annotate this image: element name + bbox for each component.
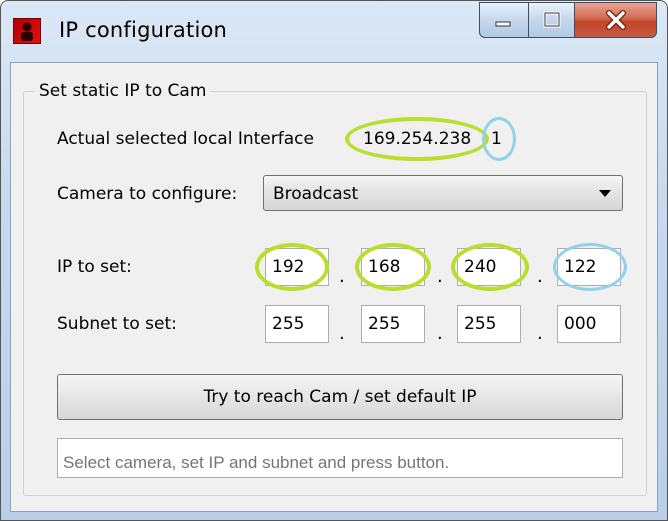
subnet-separator: . (537, 323, 543, 344)
window-title: IP configuration (59, 18, 228, 42)
subnet-octet-2[interactable]: 255 (361, 305, 425, 343)
ip-octet-2[interactable]: 168 (361, 248, 425, 286)
local-interface-last-octet: 1 (491, 129, 502, 149)
local-interface-value: 169.254.238 (363, 129, 472, 149)
groupbox-title: Set static IP to Cam (35, 81, 211, 101)
reach-cam-button[interactable]: Try to reach Cam / set default IP (57, 374, 623, 420)
close-icon (605, 10, 626, 30)
subnet-label: Subnet to set: (57, 314, 177, 334)
subnet-octet-1[interactable]: 255 (265, 305, 329, 343)
window-controls (479, 2, 657, 40)
ip-configuration-window: IP configuration Set static IP to Cam Ac… (0, 0, 668, 521)
ip-octet-3[interactable]: 240 (457, 248, 521, 286)
subnet-separator: . (437, 323, 443, 344)
close-button[interactable] (575, 2, 657, 38)
ip-separator: . (437, 266, 443, 287)
ip-label: IP to set: (57, 257, 132, 277)
camera-label: Camera to configure: (57, 184, 238, 204)
title-bar[interactable]: IP configuration (1, 1, 667, 61)
maximize-icon (543, 11, 560, 28)
ip-separator: . (537, 266, 543, 287)
minimize-button[interactable] (479, 2, 529, 38)
ip-octet-4[interactable]: 122 (557, 248, 621, 286)
subnet-octet-3[interactable]: 255 (457, 305, 521, 343)
camera-select-value: Broadcast (273, 184, 359, 204)
local-interface-label: Actual selected local Interface (57, 129, 314, 149)
camera-select[interactable]: Broadcast (263, 175, 623, 211)
camera-app-icon (13, 18, 41, 44)
ip-octet-1[interactable]: 192 (265, 248, 329, 286)
status-field[interactable] (57, 438, 623, 478)
chevron-down-icon (599, 190, 611, 197)
maximize-button[interactable] (529, 2, 575, 38)
ip-separator: . (339, 266, 345, 287)
subnet-separator: . (339, 323, 345, 344)
subnet-octet-4[interactable]: 000 (557, 305, 621, 343)
minimize-icon (495, 21, 511, 27)
static-ip-groupbox (23, 91, 647, 496)
